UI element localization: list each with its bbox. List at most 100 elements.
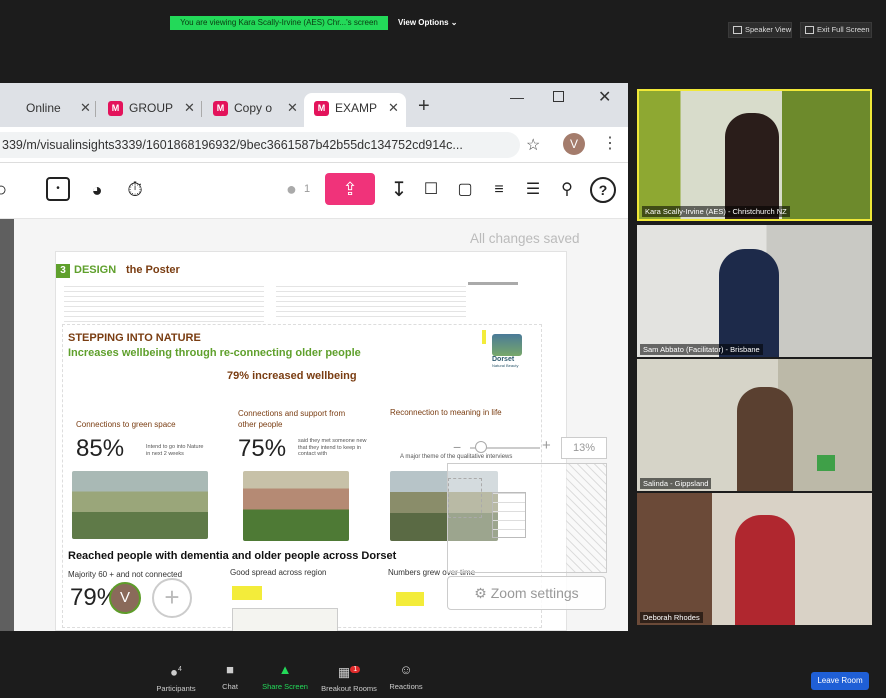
minimap-grid [492,492,526,538]
shared-browser-window: Online ✕ M GROUP ✕ M Copy o ✕ M EXAMP ✕ + — ✕ 3… [0,83,628,631]
collaborator-avatar[interactable]: V [109,582,141,614]
browser-menu-icon[interactable]: ⋮ [602,133,618,153]
zoom-in-icon[interactable]: + [542,437,551,454]
zoom-slider-handle[interactable] [475,441,487,453]
poster-board[interactable]: 3 DESIGN the Poster STEPPING INTO NATURE… [55,251,567,631]
smiley-icon: ☺ [399,662,413,677]
share-screen-label: Share Screen [262,682,308,691]
tab-example[interactable]: M EXAMP ✕ [304,93,406,127]
minimap[interactable] [447,463,607,573]
tips-text-block [276,282,466,318]
user-count: 1 [304,183,311,195]
share-screen-button[interactable]: ▲ Share Screen [250,662,320,691]
tab-bar: Online ✕ M GROUP ✕ M Copy o ✕ M EXAMP ✕ + — ✕ [0,83,628,127]
share-icon: ⇪ [342,179,358,199]
sticky-note-icon[interactable]: • [46,177,70,201]
speaker-view-button[interactable]: Speaker View [728,22,792,38]
share-screen-icon: ▲ [278,662,292,677]
col1-stat: 85% [76,435,125,462]
reach-col2: Good spread across region [230,568,327,577]
person-silhouette [719,249,779,357]
participant-name: Sam Abbato (Facilitator) - Brisbane [640,344,763,355]
maximize-icon[interactable] [553,91,564,102]
url-field[interactable]: 339/m/visualinsights3339/1601868196932/9… [0,132,520,158]
add-collaborator-button[interactable]: + [152,578,192,618]
step-number: 3 [56,264,70,278]
video-tile-salinda[interactable]: Salinda - Gippsland [637,359,872,491]
bookmark-star-icon[interactable]: ☆ [526,135,540,155]
activity-icon[interactable]: ≡ [486,177,512,203]
tab-label: Copy o [234,101,273,115]
zoom-settings-button[interactable]: ⚙ Zoom settings [447,576,606,610]
gear-icon: ⚙ [474,585,487,601]
video-tile-deborah[interactable]: Deborah Rhodes [637,493,872,625]
chat-label: Chat [222,682,238,691]
minimize-icon[interactable]: — [510,89,524,105]
dorset-logo: Dorset Natural Beauty [492,334,526,384]
close-icon[interactable]: ✕ [184,93,195,123]
mural-logo-icon: M [314,101,329,117]
tab-divider [201,101,202,117]
reactions-button[interactable]: ☺ Reactions [371,662,441,691]
leave-room-button[interactable]: Leave Room [811,672,869,690]
close-icon[interactable]: ✕ [388,93,399,123]
person-silhouette [737,387,793,491]
exit-full-screen-icon [805,26,814,34]
exit-full-screen-button[interactable]: Exit Full Screen [800,22,872,38]
chevron-down-icon: ⌄ [450,18,458,27]
region-map [232,608,338,631]
group-gardening-photo [243,471,349,541]
zoom-percent[interactable]: 13% [561,437,607,459]
video-tile-kara[interactable]: Kara Scally-Irvine (AES) - Christchurch … [637,89,872,221]
tab-label: GROUP [129,101,174,115]
new-tab-icon[interactable]: + [418,95,430,118]
share-button[interactable]: ⇪ [325,173,375,205]
participants-label: Participants [156,684,196,694]
help-icon[interactable]: ? [590,177,616,203]
zoom-out-icon[interactable]: − [453,439,461,455]
breakout-rooms-label: Breakout Rooms [321,684,377,694]
tab-group[interactable]: M GROUP ✕ [100,93,198,127]
video-tile-sam[interactable]: Sam Abbato (Facilitator) - Brisbane [637,225,872,357]
timer-icon[interactable]: ○ [0,177,14,203]
view-options-label: View Options [398,18,449,27]
tab-label: Online [26,101,61,115]
reach-col1: Majority 60 + and not connected [68,570,183,579]
green-object [817,455,835,471]
tab-copy[interactable]: M Copy o ✕ [205,93,301,127]
window-close-icon[interactable]: ✕ [598,87,611,107]
close-icon[interactable]: ✕ [287,93,298,123]
zoom-settings-label: Zoom settings [490,585,579,601]
exit-full-screen-label: Exit Full Screen [817,25,870,34]
participant-name: Salinda - Gippsland [640,478,712,489]
minimap-viewport[interactable] [448,478,482,518]
plus-icon: + [164,582,180,612]
comments-icon[interactable]: ☐ [418,177,444,203]
close-icon[interactable]: ✕ [80,93,91,123]
participant-name: Deborah Rhodes [640,612,703,623]
col1-heading: Connections to green space [76,420,176,429]
download-icon[interactable]: ↧ [386,177,412,203]
search-icon[interactable]: ⚲ [554,177,580,203]
minimap-hatch [566,464,606,572]
tab-label: EXAMP [335,101,378,115]
col2-note: said they met someone new that they inte… [298,438,367,457]
stopwatch-icon[interactable]: ⏱ [122,177,148,203]
logo-word: Dorset [492,356,515,363]
col2-heading: Connections and support from other peopl… [238,409,346,429]
step-title-bold: DESIGN [74,264,117,276]
nature-walk-photo [72,471,208,539]
mural-logo-icon: M [213,101,228,117]
view-options-button[interactable]: View Options ⌄ [398,16,468,30]
instructions-text-block [64,282,264,322]
reach-heading: Reached people with dementia and older p… [68,550,397,562]
private-mode-icon[interactable]: ◕ [84,177,110,203]
saved-status: All changes saved [470,231,580,246]
outline-icon[interactable]: ☰ [520,177,546,203]
logo-graphic [492,334,522,356]
sticky-note-yellow [396,592,424,606]
tab-online[interactable]: Online ✕ [8,93,92,127]
logo-sub: Natural Beauty [492,363,519,368]
chat-icon[interactable]: ▢ [452,177,478,203]
profile-avatar[interactable]: V [563,133,585,155]
